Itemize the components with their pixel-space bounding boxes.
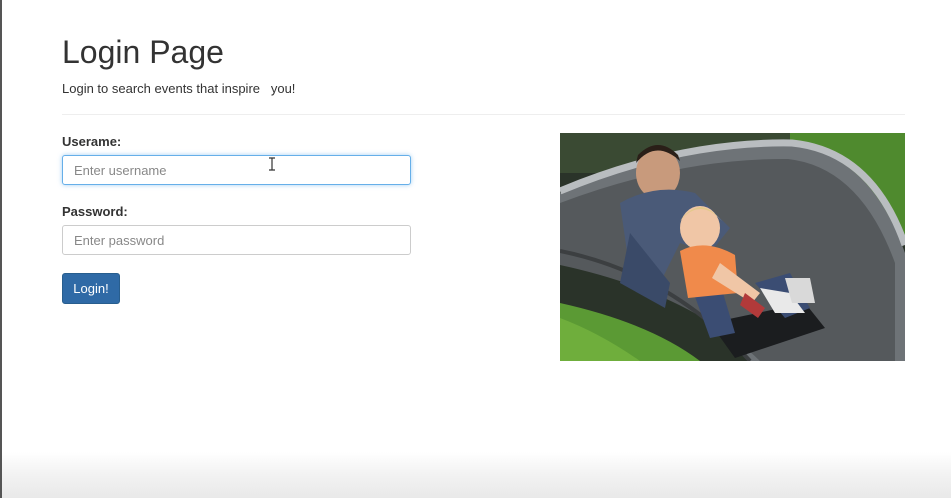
- header-divider: [62, 114, 905, 115]
- page-frame: Login Page Login to search events that i…: [0, 0, 951, 498]
- page-title: Login Page: [62, 34, 224, 70]
- username-label: Userame:: [62, 134, 122, 149]
- page-subtitle: Login to search events that inspire you!: [62, 81, 296, 96]
- login-form: Userame: Password: Login!: [62, 133, 412, 304]
- hero-photo: [560, 133, 905, 361]
- password-input[interactable]: [62, 225, 411, 255]
- page-header: Login Page Login to search events that i…: [62, 32, 905, 96]
- password-label: Password:: [62, 204, 128, 219]
- login-button[interactable]: Login!: [62, 273, 120, 304]
- username-input[interactable]: [62, 155, 411, 185]
- text-cursor-icon: [269, 157, 275, 171]
- hero-photo-illustration: [560, 133, 905, 361]
